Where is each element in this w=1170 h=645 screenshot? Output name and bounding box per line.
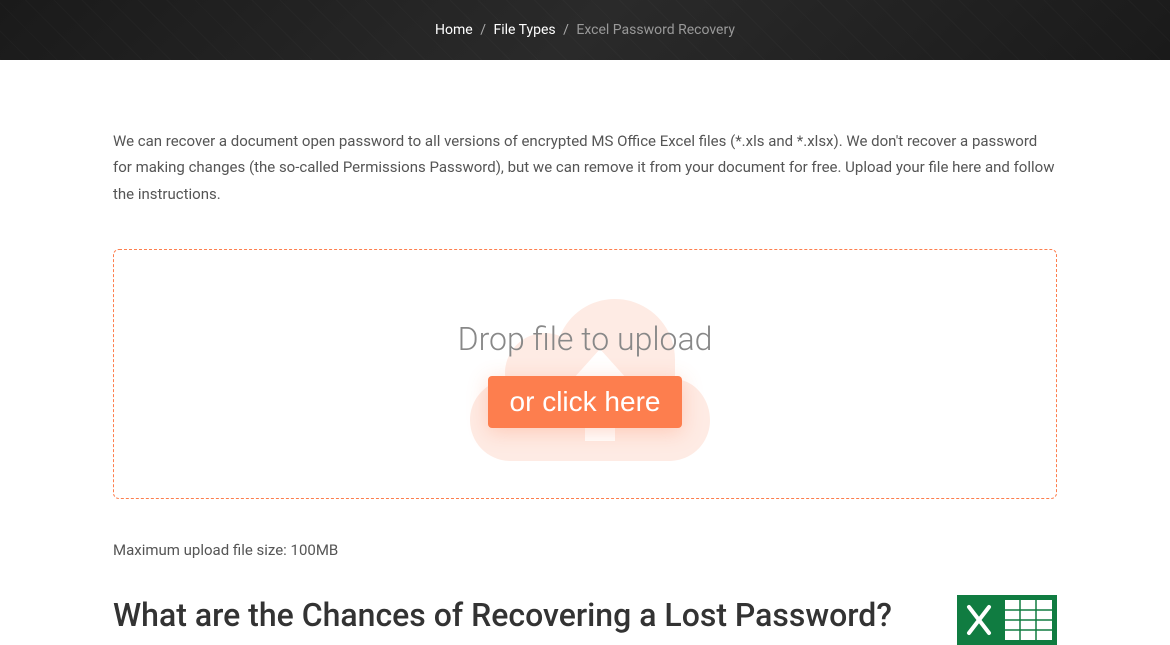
upload-dropzone[interactable]: Drop file to upload or click here xyxy=(113,249,1057,499)
breadcrumb: Home / File Types / Excel Password Recov… xyxy=(435,22,735,38)
breadcrumb-separator: / xyxy=(480,22,486,38)
section-heading: What are the Chances of Recovering a Los… xyxy=(113,595,927,637)
breadcrumb-separator: / xyxy=(563,22,569,38)
max-file-size-text: Maximum upload file size: 100MB xyxy=(113,541,1057,559)
breadcrumb-current: Excel Password Recovery xyxy=(576,22,735,38)
intro-paragraph: We can recover a document open password … xyxy=(113,128,1057,207)
upload-drop-text: Drop file to upload xyxy=(458,320,713,358)
header-banner: Home / File Types / Excel Password Recov… xyxy=(0,0,1170,60)
breadcrumb-home[interactable]: Home xyxy=(435,22,473,38)
breadcrumb-file-types[interactable]: File Types xyxy=(493,22,555,38)
upload-click-button[interactable]: or click here xyxy=(488,376,683,428)
excel-icon xyxy=(957,595,1057,645)
cloud-upload-icon xyxy=(435,269,735,479)
